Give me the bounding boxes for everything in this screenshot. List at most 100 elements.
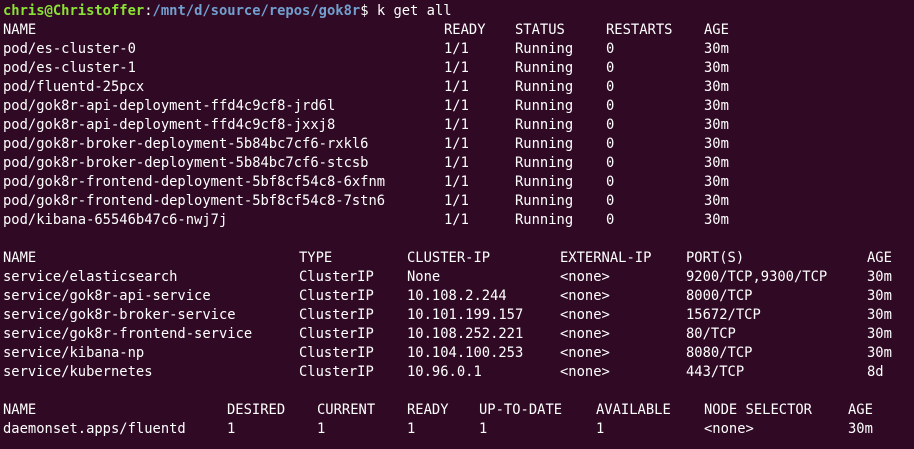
service-cell: 8000/TCP	[686, 288, 753, 304]
daemonset-cell: AGE	[848, 402, 873, 418]
service-cell: service/elasticsearch	[3, 269, 178, 285]
pod-cell: Running	[515, 41, 574, 57]
service-row: service/kibana-np ClusterIP 10.104.100.253…	[3, 344, 914, 363]
service-cell: <none>	[560, 288, 610, 304]
service-cell: service/kibana-np	[3, 345, 145, 361]
service-cell: 9200/TCP,9300/TCP	[686, 269, 828, 285]
pod-cell: 1/1	[444, 174, 469, 190]
pod-cell: 0	[606, 155, 615, 171]
service-cell: None	[407, 269, 441, 285]
prompt-command: k get all	[376, 3, 452, 19]
pod-row: pod/gok8r-broker-deployment-5b84bc7cf6-s…	[3, 154, 914, 173]
service-cell: CLUSTER-IP	[407, 250, 491, 266]
pod-row: pod/gok8r-frontend-deployment-5bf8cf54c8…	[3, 192, 914, 211]
service-cell: 10.101.199.157	[407, 307, 524, 323]
service-cell: 443/TCP	[686, 364, 745, 380]
service-cell: service/gok8r-frontend-service	[3, 326, 253, 342]
service-cell: <none>	[560, 269, 610, 285]
daemonset-cell: 1	[317, 421, 326, 437]
service-cell: <none>	[560, 364, 610, 380]
service-cell: 80/TCP	[686, 326, 736, 342]
pod-cell: 1/1	[444, 117, 469, 133]
daemonset-header-row: NAME DESIRED CURRENT READY UP-TO-DATE AVAILAB…	[3, 401, 914, 420]
daemonset-row: daemonset.apps/fluentd 1 1 1 1 1 <none> 30m	[3, 420, 914, 439]
prompt-dollar: $	[360, 3, 369, 19]
pod-cell: 0	[606, 41, 615, 57]
pod-cell: 1/1	[444, 60, 469, 76]
service-cell: 10.108.2.244	[407, 288, 507, 304]
service-cell: service/gok8r-api-service	[3, 288, 211, 304]
prompt-path: /mnt/d/source/repos/gok8r	[152, 3, 361, 19]
pod-cell: 0	[606, 79, 615, 95]
pod-cell: pod/fluentd-25pcx	[3, 79, 145, 95]
services-table: NAME TYPE CLUSTER-IP EXTERNAL-IP PORT(S) AGE s…	[3, 249, 914, 382]
prompt-user-host: chris@Christoffer	[3, 3, 145, 19]
daemonset-cell: CURRENT	[317, 402, 376, 418]
pod-row: pod/gok8r-api-deployment-ffd4c9cf8-jxxj8…	[3, 116, 914, 135]
daemonset-cell: AVAILABLE	[596, 402, 671, 418]
service-cell: 10.104.100.253	[407, 345, 524, 361]
pod-row: pod/fluentd-25pcx 1/1 Running 0 30m	[3, 78, 914, 97]
pod-cell: 30m	[704, 79, 729, 95]
pod-cell: RESTARTS	[606, 22, 673, 38]
daemonset-cell: UP-TO-DATE	[479, 402, 563, 418]
service-cell: ClusterIP	[299, 269, 374, 285]
service-cell: 30m	[867, 326, 892, 342]
pod-cell: 30m	[704, 155, 729, 171]
pod-cell: pod/gok8r-broker-deployment-5b84bc7cf6-r…	[3, 136, 369, 152]
service-row: service/gok8r-frontend-service ClusterIP 1…	[3, 325, 914, 344]
service-row: service/elasticsearch ClusterIP None <none>…	[3, 268, 914, 287]
pod-cell: 1/1	[444, 136, 469, 152]
prompt-line: chris@Christoffer:/mnt/d/source/repos/go…	[3, 2, 914, 21]
pod-cell: Running	[515, 136, 574, 152]
pod-cell: Running	[515, 79, 574, 95]
pod-cell: 0	[606, 193, 615, 209]
daemonset-cell: NODE SELECTOR	[704, 402, 812, 418]
pod-row: pod/es-cluster-0 1/1 Running 0 30m	[3, 40, 914, 59]
pod-cell: 0	[606, 60, 615, 76]
daemonset-cell: <none>	[704, 421, 754, 437]
daemonset-cell: DESIRED	[227, 402, 286, 418]
pod-cell: 30m	[704, 136, 729, 152]
service-cell: service/kubernetes	[3, 364, 153, 380]
pod-cell: pod/es-cluster-0	[3, 41, 136, 57]
service-cell: 30m	[867, 269, 892, 285]
daemonset-cell: NAME	[3, 402, 37, 418]
pod-cell: NAME	[3, 22, 37, 38]
daemonsets-table: NAME DESIRED CURRENT READY UP-TO-DATE AVAILAB…	[3, 401, 914, 439]
pod-row: pod/kibana-65546b47c6-nwj7j 1/1 Running 0 30…	[3, 211, 914, 230]
daemonset-cell: 1	[479, 421, 488, 437]
terminal-window[interactable]: chris@Christoffer:/mnt/d/source/repos/go…	[0, 0, 914, 449]
pod-cell: pod/gok8r-api-deployment-ffd4c9cf8-jrd6l	[3, 98, 336, 114]
pod-row: pod/gok8r-api-deployment-ffd4c9cf8-jrd6l…	[3, 97, 914, 116]
service-cell: PORT(S)	[686, 250, 745, 266]
pod-cell: STATUS	[515, 22, 565, 38]
service-cell: ClusterIP	[299, 307, 374, 323]
pod-cell: 0	[606, 136, 615, 152]
pod-cell: 30m	[704, 193, 729, 209]
pod-cell: 0	[606, 98, 615, 114]
pod-cell: pod/kibana-65546b47c6-nwj7j	[3, 212, 228, 228]
service-row: service/kubernetes ClusterIP 10.96.0.1 <non…	[3, 363, 914, 382]
service-cell: EXTERNAL-IP	[560, 250, 652, 266]
pod-cell: 0	[606, 212, 615, 228]
pods-table: NAME READY STATUS RESTARTS AGE pod/es-cluster…	[3, 21, 914, 230]
pod-cell: Running	[515, 174, 574, 190]
pod-cell: 0	[606, 117, 615, 133]
pod-cell: Running	[515, 60, 574, 76]
service-cell: 30m	[867, 307, 892, 323]
pod-cell: 30m	[704, 98, 729, 114]
pod-cell: 1/1	[444, 212, 469, 228]
service-cell: ClusterIP	[299, 326, 374, 342]
service-row: service/gok8r-api-service ClusterIP 10.108…	[3, 287, 914, 306]
pod-cell: 30m	[704, 117, 729, 133]
service-cell: 8080/TCP	[686, 345, 753, 361]
daemonset-cell: daemonset.apps/fluentd	[3, 421, 186, 437]
service-cell: ClusterIP	[299, 345, 374, 361]
pod-cell: AGE	[704, 22, 729, 38]
pod-cell: Running	[515, 155, 574, 171]
pod-cell: pod/gok8r-frontend-deployment-5bf8cf54c8…	[3, 174, 386, 190]
pod-cell: 1/1	[444, 193, 469, 209]
